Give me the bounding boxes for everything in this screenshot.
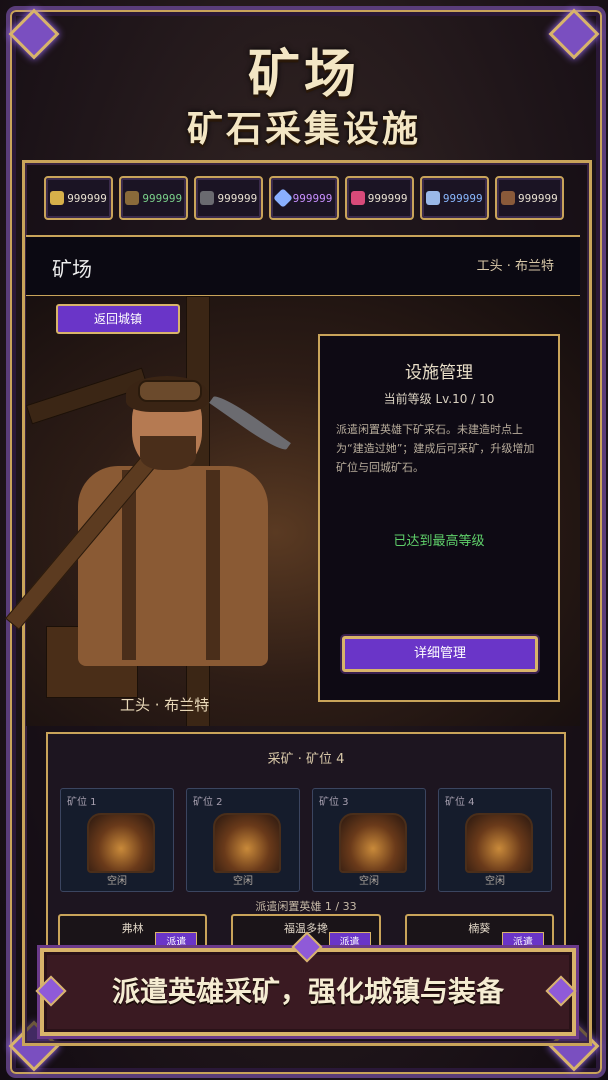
slot-status: 空闲	[359, 876, 379, 887]
resource-bar: 999999 999999 999999 999999 999999 99999…	[44, 170, 564, 222]
resource-crystal[interactable]: 999999	[269, 176, 339, 220]
facility-name: 矿场	[52, 257, 92, 281]
rune-icon	[425, 191, 440, 205]
resource-rune[interactable]: 999999	[419, 176, 489, 220]
mine-cart-icon	[213, 813, 281, 873]
mine-cart-icon	[465, 813, 533, 873]
foreman-label: 工头 · 布兰特	[120, 696, 210, 714]
slot-label: 矿位 3	[319, 797, 349, 808]
miner-beard	[140, 436, 196, 470]
mine-slot[interactable]: 矿位 3 空闲	[312, 788, 426, 892]
resource-misc[interactable]: 999999	[494, 176, 564, 220]
slot-label: 矿位 1	[67, 797, 97, 808]
banner-text: 派遣英雄采矿，强化城镇与装备	[111, 975, 504, 1008]
mine-slot[interactable]: 矿位 4 空闲	[438, 788, 552, 892]
resource-value: 999999	[142, 191, 183, 205]
mine-slots: 矿位 1 空闲 矿位 2 空闲 矿位 3 空闲 矿位 4 空闲	[60, 788, 552, 892]
page-title: 矿场	[247, 44, 360, 105]
max-level-text: 已达到最高等级	[393, 534, 485, 549]
slot-status: 空闲	[233, 876, 253, 887]
resource-value: 999999	[292, 191, 333, 205]
mine-slot[interactable]: 矿位 1 空闲	[60, 788, 174, 892]
resource-stone[interactable]: 999999	[194, 176, 264, 220]
mine-cart-icon	[87, 813, 155, 873]
mine-cart-icon	[339, 813, 407, 873]
crystal-icon	[272, 188, 293, 208]
ore-pile-icon	[125, 191, 140, 205]
facility-header: 矿场 工头 · 布兰特	[26, 235, 580, 297]
resource-ore[interactable]: 999999	[119, 176, 189, 220]
management-title: 设施管理	[405, 363, 473, 383]
mining-title: 采矿 · 矿位 4	[267, 752, 345, 767]
page-subtitle: 矿石采集设施	[186, 108, 421, 150]
detail-management-button[interactable]: 详细管理	[342, 636, 538, 672]
resource-value: 999999	[367, 191, 408, 205]
scroll-icon	[350, 191, 365, 205]
resource-value: 999999	[518, 191, 558, 205]
strap	[206, 470, 220, 660]
slot-label: 矿位 2	[193, 797, 223, 808]
mine-slot[interactable]: 矿位 2 空闲	[186, 788, 300, 892]
resource-value: 999999	[442, 191, 483, 205]
current-level: 当前等级 Lv.10 / 10	[383, 392, 495, 406]
pickaxe-icon	[209, 391, 291, 455]
resource-value: 999999	[217, 191, 258, 205]
slot-label: 矿位 4	[445, 797, 475, 808]
foreman-name: 工头 · 布兰特	[476, 259, 554, 274]
back-to-town-button[interactable]: 返回城镇	[56, 304, 180, 334]
goggles-icon	[138, 380, 202, 402]
slot-status: 空闲	[107, 876, 127, 887]
slot-status: 空闲	[485, 876, 505, 887]
facility-management-panel: 设施管理 当前等级 Lv.10 / 10 派遣闲置英雄下矿采石。未建造时点上为“…	[318, 334, 560, 702]
resource-scroll[interactable]: 999999	[344, 176, 414, 220]
management-description: 派遣闲置英雄下矿采石。未建造时点上为“建造过她”；建成后可采矿，升级增加矿位与回…	[336, 423, 535, 474]
stone-icon	[200, 191, 215, 205]
resource-coin[interactable]: 999999	[44, 176, 114, 220]
resource-value: 999999	[67, 191, 107, 205]
dispatch-count: 派遣闲置英雄 1 / 33	[255, 900, 357, 913]
misc-icon	[501, 191, 516, 205]
foreman-portrait	[5, 370, 291, 670]
coin-icon	[50, 191, 65, 205]
